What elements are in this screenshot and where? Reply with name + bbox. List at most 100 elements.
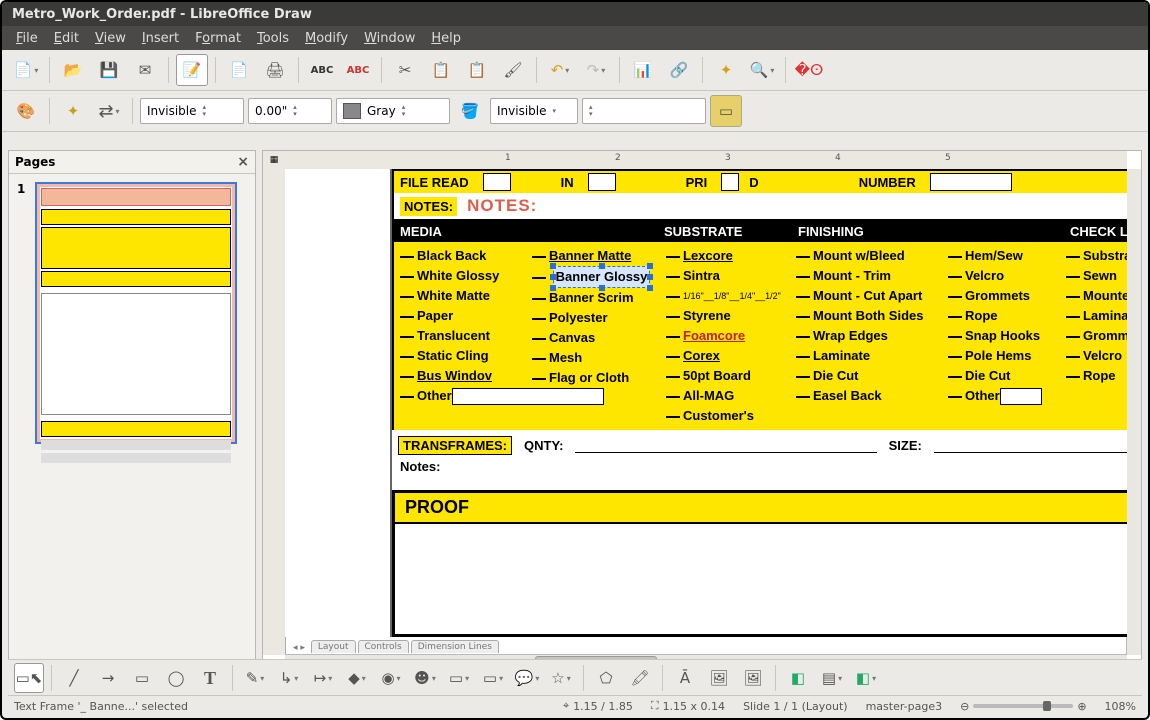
line-endings-button[interactable]: ⇄ bbox=[93, 95, 125, 127]
select-tool[interactable]: ▭⬉ bbox=[14, 663, 44, 693]
symbol-shapes-tool[interactable]: ☻ bbox=[410, 663, 440, 693]
shadow-button[interactable]: ▭ bbox=[710, 95, 742, 127]
line-width-combo[interactable]: 0.00" ▴▾ bbox=[248, 98, 332, 124]
status-slide: Slide 1 / 1 (Layout) bbox=[743, 700, 848, 713]
menu-format[interactable]: Format bbox=[189, 29, 247, 48]
rectangle-tool[interactable]: ▭ bbox=[127, 663, 157, 693]
fontwork-tool[interactable]: Ā bbox=[670, 663, 700, 693]
export-pdf-button[interactable]: 📄 bbox=[223, 54, 255, 86]
zoom-button[interactable]: 🔍 bbox=[746, 54, 778, 86]
flowcharts-tool[interactable]: ▭ bbox=[478, 663, 508, 693]
area-color-combo[interactable]: ▴▾ bbox=[582, 98, 706, 124]
glue-points-tool[interactable]: 🖍 bbox=[625, 663, 655, 693]
drawing-canvas[interactable]: ▦ 1 2 3 4 5 FILE READ IN PRID bbox=[262, 150, 1142, 670]
menu-tools[interactable]: Tools bbox=[251, 29, 295, 48]
show-draw-functions-button[interactable]: 🎨 bbox=[10, 95, 42, 127]
input-other[interactable] bbox=[1000, 388, 1042, 405]
list-item: Flag or Cloth bbox=[549, 370, 629, 385]
vertical-ruler[interactable] bbox=[263, 169, 286, 655]
zoom-slider[interactable]: ⊖⊕ bbox=[960, 700, 1086, 713]
text-tool[interactable]: T bbox=[195, 663, 225, 693]
help-button[interactable]: �ⵙ bbox=[793, 54, 825, 86]
close-icon[interactable]: × bbox=[237, 154, 249, 170]
email-button[interactable]: ✉ bbox=[129, 54, 161, 86]
zoom-percent[interactable]: 108% bbox=[1105, 700, 1136, 713]
effects-tool[interactable]: ◧ bbox=[783, 663, 813, 693]
block-arrows-tool[interactable]: ▭ bbox=[444, 663, 474, 693]
line-tool[interactable]: ╱ bbox=[59, 663, 89, 693]
label-notes: NOTES: bbox=[400, 197, 457, 216]
arrange-tool[interactable]: ◧ bbox=[851, 663, 881, 693]
layer-tabs[interactable]: ◂ ▸ Layout Controls Dimension Lines bbox=[293, 637, 501, 653]
gallery-tool[interactable]: 🖼 bbox=[738, 663, 768, 693]
selected-text-frame[interactable]: Banner Glossy bbox=[553, 266, 651, 288]
alignment-tool[interactable]: ▤ bbox=[817, 663, 847, 693]
menu-insert[interactable]: Insert bbox=[136, 29, 185, 48]
list-item-tiny: 1/16"__1/8"__1/4"__1/2" bbox=[683, 291, 781, 301]
redo-button[interactable]: ↷ bbox=[580, 54, 612, 86]
vertical-scrollbar[interactable] bbox=[1126, 169, 1141, 655]
input-box[interactable] bbox=[483, 173, 511, 191]
stars-tool[interactable]: ☆ bbox=[546, 663, 576, 693]
substrate-column: Lexcore Sintra 1/16"__1/8"__1/4"__1/2" S… bbox=[660, 242, 790, 430]
list-item: Bus Windov bbox=[417, 368, 492, 383]
menu-window[interactable]: Window bbox=[358, 29, 421, 48]
list-item: Sewn bbox=[1083, 268, 1117, 283]
horizontal-ruler[interactable]: 1 2 3 4 5 bbox=[285, 151, 1127, 170]
tab-dimension-lines[interactable]: Dimension Lines bbox=[411, 640, 499, 653]
3d-objects-tool[interactable]: ◆ bbox=[342, 663, 372, 693]
save-button[interactable]: 💾 bbox=[93, 54, 125, 86]
basic-shapes-tool[interactable]: ◉ bbox=[376, 663, 406, 693]
undo-button[interactable]: ↶ bbox=[544, 54, 576, 86]
separator bbox=[381, 57, 382, 83]
document-page[interactable]: FILE READ IN PRID NUMBER NOTES: NOTES: bbox=[390, 169, 1127, 637]
input-box[interactable] bbox=[930, 173, 1012, 191]
line-style-combo[interactable]: Invisible ▴▾ bbox=[140, 98, 244, 124]
input-box[interactable] bbox=[721, 173, 739, 191]
tab-controls[interactable]: Controls bbox=[358, 640, 409, 653]
ellipse-tool[interactable]: ◯ bbox=[161, 663, 191, 693]
ruler-tick: 5 bbox=[945, 153, 951, 163]
hyperlink-button[interactable]: 🔗 bbox=[663, 54, 695, 86]
curve-tool[interactable]: ✎ bbox=[240, 663, 270, 693]
callouts-tool[interactable]: 💬 bbox=[512, 663, 542, 693]
connector-tool[interactable]: ↳ bbox=[274, 663, 304, 693]
copy-button[interactable]: 📋 bbox=[425, 54, 457, 86]
paste-button[interactable]: 📋 bbox=[461, 54, 493, 86]
menu-bar[interactable]: File Edit View Insert Format Tools Modif… bbox=[2, 26, 1148, 50]
open-button[interactable]: 📂 bbox=[57, 54, 89, 86]
menu-view[interactable]: View bbox=[89, 29, 132, 48]
points-tool[interactable]: ⬠ bbox=[591, 663, 621, 693]
header-substrate: SUBSTRATE bbox=[656, 222, 790, 241]
input-line[interactable] bbox=[575, 438, 876, 453]
area-fill-combo[interactable]: Invisible ▾ bbox=[490, 98, 578, 124]
input-box[interactable] bbox=[588, 173, 616, 191]
menu-help[interactable]: Help bbox=[425, 29, 467, 48]
format-paintbrush-button[interactable]: 🖌 bbox=[497, 54, 529, 86]
navigator-button[interactable]: ✦ bbox=[710, 54, 742, 86]
ruler-tick: 1 bbox=[505, 153, 511, 163]
tab-layout[interactable]: Layout bbox=[311, 640, 356, 653]
chart-button[interactable]: 📊 bbox=[627, 54, 659, 86]
page-thumbnail[interactable] bbox=[35, 182, 237, 444]
arrow-tool[interactable]: → bbox=[93, 663, 123, 693]
separator bbox=[785, 57, 786, 83]
from-file-tool[interactable]: 🖼 bbox=[704, 663, 734, 693]
pages-panel-body[interactable]: 1 bbox=[9, 174, 255, 669]
lines-arrows-tool[interactable]: ↦ bbox=[308, 663, 338, 693]
edit-file-button[interactable]: 📝 bbox=[176, 54, 208, 86]
spellcheck-button[interactable]: ABC bbox=[306, 54, 338, 86]
input-line[interactable] bbox=[934, 438, 1127, 453]
line-color-combo[interactable]: Gray ▴▾ bbox=[336, 98, 450, 124]
proof-body[interactable] bbox=[395, 524, 1127, 634]
menu-file[interactable]: File bbox=[10, 29, 44, 48]
print-button[interactable]: 🖨 bbox=[259, 54, 291, 86]
menu-edit[interactable]: Edit bbox=[48, 29, 85, 48]
arrow-style-button[interactable]: ✦ bbox=[57, 95, 89, 127]
new-document-button[interactable]: 📄 bbox=[10, 54, 42, 86]
menu-modify[interactable]: Modify bbox=[299, 29, 354, 48]
cut-button[interactable]: ✂ bbox=[389, 54, 421, 86]
area-style-button[interactable]: 🪣 bbox=[454, 95, 486, 127]
autospell-button[interactable]: ABC bbox=[342, 54, 374, 86]
canvas-viewport[interactable]: FILE READ IN PRID NUMBER NOTES: NOTES: bbox=[285, 169, 1127, 637]
